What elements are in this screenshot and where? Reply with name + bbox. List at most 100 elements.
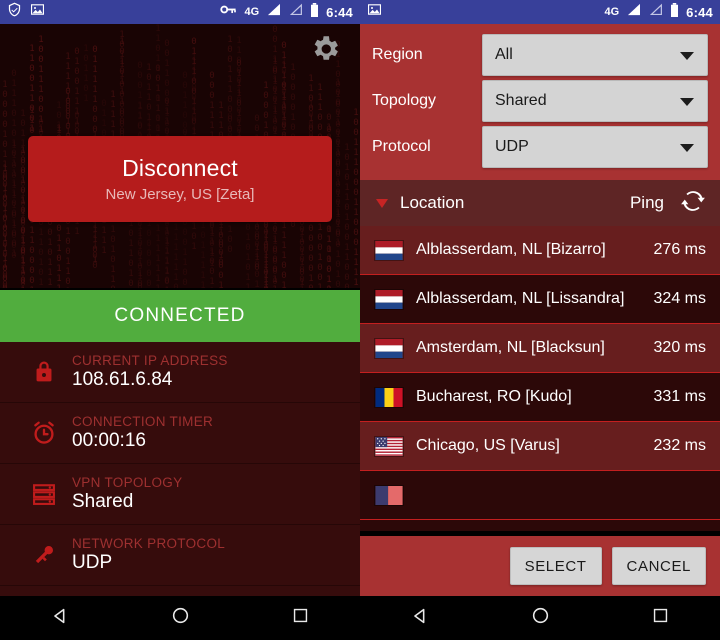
right-panel-server-picker: 4G 6:44 Region All Topology Shared Proto… xyxy=(360,0,720,640)
cancel-button[interactable]: CANCEL xyxy=(611,547,706,585)
gear-icon xyxy=(308,36,342,70)
home-icon xyxy=(170,605,191,631)
info-row-current-ip: CURRENT IP ADDRESS 108.61.6.84 xyxy=(0,342,360,403)
alarm-clock-icon xyxy=(16,419,72,447)
home-button[interactable] xyxy=(150,596,210,640)
server-ping: 232 ms xyxy=(653,437,706,454)
recents-button[interactable] xyxy=(270,596,330,640)
vpn-info-list: CURRENT IP ADDRESS 108.61.6.84 CONNECTIO… xyxy=(0,342,360,596)
server-name: Alblasserdam, NL [Bizarro] xyxy=(416,241,606,258)
shield-check-icon xyxy=(7,2,22,22)
protocol-dropdown-value: UDP xyxy=(495,138,529,155)
recents-icon xyxy=(651,606,670,630)
filter-row-topology: Topology Shared xyxy=(372,78,708,124)
status-bar-left: 4G 6:44 xyxy=(0,0,360,24)
info-label: NETWORK PROTOCOL xyxy=(72,536,226,551)
flag-us xyxy=(374,435,404,457)
status-bar-right: 4G 6:44 xyxy=(360,0,720,24)
topology-dropdown-value: Shared xyxy=(495,92,547,109)
info-row-network-protocol: NETWORK PROTOCOL UDP xyxy=(0,525,360,586)
server-name: Bucharest, RO [Kudo] xyxy=(416,388,572,405)
table-row[interactable]: Bucharest, RO [Kudo] 331 ms xyxy=(360,373,720,422)
recents-button[interactable] xyxy=(630,596,690,640)
connection-status-banner: CONNECTED xyxy=(0,290,360,342)
home-button[interactable] xyxy=(510,596,570,640)
table-row[interactable]: Chicago, US [Varus] 232 ms xyxy=(360,422,720,471)
home-icon xyxy=(530,605,551,631)
connection-status-text: CONNECTED xyxy=(114,305,246,326)
server-ping: 320 ms xyxy=(653,339,706,356)
disconnect-button[interactable]: Disconnect New Jersey, US [Zeta] xyxy=(28,136,332,222)
signal-bars-icon xyxy=(266,3,281,21)
connected-server-label: New Jersey, US [Zeta] xyxy=(105,186,255,203)
signal-bars-empty-icon xyxy=(648,3,663,21)
table-row[interactable]: Alblasserdam, NL [Bizarro] 276 ms xyxy=(360,226,720,275)
flag-partial xyxy=(374,484,404,506)
filter-label-topology: Topology xyxy=(372,92,437,109)
dialog-button-bar: SELECT CANCEL xyxy=(360,536,720,596)
dual-screenshot: 4G 6:44 10000101100101100010010011010101… xyxy=(0,0,720,640)
flag-ro xyxy=(374,386,404,408)
android-navigation-bar-right xyxy=(360,596,720,640)
info-value: 108.61.6.84 xyxy=(72,369,173,390)
flag-nl xyxy=(374,239,404,261)
table-row-partial[interactable] xyxy=(360,471,720,520)
back-icon xyxy=(49,605,71,632)
topology-dropdown[interactable]: Shared xyxy=(482,80,708,122)
server-stack-icon xyxy=(16,480,72,508)
network-type-label: 4G xyxy=(244,6,260,18)
clock: 6:44 xyxy=(686,4,713,20)
vpn-key-icon xyxy=(220,3,237,21)
battery-icon xyxy=(670,2,679,22)
key-icon xyxy=(16,541,72,569)
settings-button[interactable] xyxy=(308,32,342,66)
column-header-location[interactable]: Location xyxy=(400,193,464,213)
signal-bars-empty-icon xyxy=(288,3,303,21)
filter-label-protocol: Protocol xyxy=(372,138,431,155)
chevron-down-icon xyxy=(680,144,694,152)
info-value: UDP xyxy=(72,552,113,573)
back-button[interactable] xyxy=(30,596,90,640)
refresh-icon[interactable] xyxy=(680,188,706,219)
recents-icon xyxy=(291,606,310,630)
left-panel-vpn-status: 4G 6:44 10000101100101100010010011010101… xyxy=(0,0,360,640)
column-header-ping[interactable]: Ping xyxy=(630,193,664,213)
server-name: Chicago, US [Varus] xyxy=(416,437,560,454)
lock-icon xyxy=(16,358,72,386)
back-button[interactable] xyxy=(390,596,450,640)
protocol-dropdown[interactable]: UDP xyxy=(482,126,708,168)
info-value: 00:00:16 xyxy=(72,430,146,451)
server-ping: 331 ms xyxy=(653,388,706,405)
network-type-label: 4G xyxy=(604,6,620,18)
signal-bars-icon xyxy=(626,3,641,21)
battery-icon xyxy=(310,2,319,22)
info-label: CONNECTION TIMER xyxy=(72,414,214,429)
table-row[interactable]: Alblasserdam, NL [Lissandra] 324 ms xyxy=(360,275,720,324)
server-list[interactable]: Alblasserdam, NL [Bizarro] 276 ms Alblas… xyxy=(360,226,720,531)
filter-row-protocol: Protocol UDP xyxy=(372,124,708,170)
chevron-down-icon xyxy=(680,52,694,60)
android-navigation-bar-left xyxy=(0,596,360,640)
select-button[interactable]: SELECT xyxy=(509,547,602,585)
region-dropdown[interactable]: All xyxy=(482,34,708,76)
server-name: Amsterdam, NL [Blacksun] xyxy=(416,339,605,356)
info-value: Shared xyxy=(72,491,134,512)
server-list-header: Location Ping xyxy=(360,180,720,226)
filter-row-region: Region All xyxy=(372,32,708,78)
server-ping: 276 ms xyxy=(653,241,706,258)
status-bar-notification-icons xyxy=(7,2,45,22)
image-icon xyxy=(30,2,45,22)
filter-section: Region All Topology Shared Protocol UDP xyxy=(360,24,720,180)
table-row[interactable]: Amsterdam, NL [Blacksun] 320 ms xyxy=(360,324,720,373)
info-row-connection-timer: CONNECTION TIMER 00:00:16 xyxy=(0,403,360,464)
info-label: CURRENT IP ADDRESS xyxy=(72,353,228,368)
sort-descending-icon[interactable] xyxy=(376,198,388,208)
filter-label-region: Region xyxy=(372,46,423,63)
info-row-vpn-topology: VPN TOPOLOGY Shared xyxy=(0,464,360,525)
image-icon xyxy=(367,2,382,22)
status-bar-system-icons: 4G 6:44 xyxy=(220,2,353,22)
flag-nl xyxy=(374,288,404,310)
back-icon xyxy=(409,605,431,632)
region-dropdown-value: All xyxy=(495,46,513,63)
status-bar-notification-icons xyxy=(367,2,382,22)
